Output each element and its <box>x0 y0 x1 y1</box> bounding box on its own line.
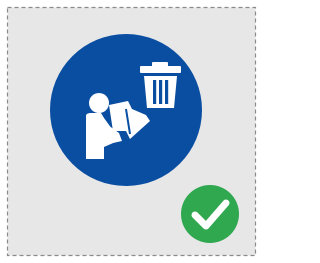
badge-disc <box>181 185 239 243</box>
checkmark-badge <box>181 185 239 243</box>
icon-tile[interactable] <box>0 0 262 263</box>
head <box>89 93 109 113</box>
read-manual-dispose-icon <box>50 34 202 186</box>
icon-tile-graphic <box>6 6 257 257</box>
